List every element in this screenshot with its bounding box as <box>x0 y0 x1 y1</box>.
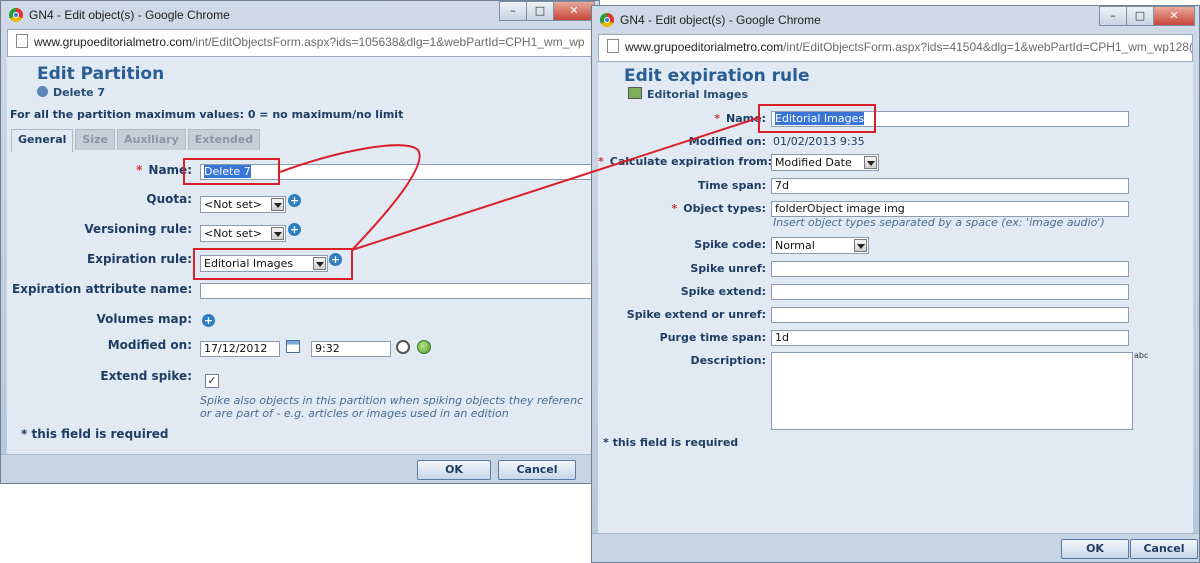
url-path: /int/EditObjectsForm.aspx?ids=41504&dlg=… <box>783 40 1193 54</box>
right-titlebar: GN4 - Edit object(s) - Google Chrome – □… <box>592 6 1199 34</box>
image-icon <box>628 87 642 99</box>
spike-note-line1: Spike also objects in this partition whe… <box>200 394 584 407</box>
subtitle-text: Editorial Images <box>647 88 749 101</box>
tab-auxiliary[interactable]: Auxiliary <box>116 129 186 150</box>
object-types-field[interactable]: folderObject image img <box>771 201 1129 217</box>
calendar-icon[interactable] <box>286 340 300 353</box>
spike-unref-label: Spike unref: <box>690 262 766 275</box>
purge-timespan-field[interactable]: 1d <box>771 330 1129 346</box>
left-titlebar: GN4 - Edit object(s) - Google Chrome – □… <box>1 1 599 29</box>
ok-button[interactable]: OK <box>1061 539 1129 559</box>
modified-date-field[interactable]: 17/12/2012 <box>200 341 280 357</box>
tab-extended[interactable]: Extended <box>187 129 261 150</box>
spike-extend-field[interactable] <box>771 284 1129 300</box>
required-note: * this field is required <box>21 427 169 441</box>
tab-general[interactable]: General <box>11 129 74 152</box>
page-icon <box>16 34 28 48</box>
expiration-highlight-box <box>193 248 353 280</box>
tab-bar: General Size Auxiliary Extended <box>11 129 262 152</box>
spellcheck-icon[interactable]: abc <box>1134 351 1148 360</box>
left-window-title: GN4 - Edit object(s) - Google Chrome <box>29 8 230 22</box>
chrome-logo-icon <box>9 8 23 22</box>
expiration-attr-field[interactable] <box>200 283 595 299</box>
spike-code-label: Spike code: <box>694 238 766 251</box>
spike-extend-unref-label: Spike extend or unref: <box>626 308 766 321</box>
name-label: * Name: <box>136 163 192 177</box>
cancel-button[interactable]: Cancel <box>498 460 576 480</box>
object-subtitle: Editorial Images <box>628 87 748 101</box>
right-window-controls: – □ ✕ <box>1099 6 1195 26</box>
timespan-label: Time span: <box>697 179 766 192</box>
page-title: Edit expiration rule <box>624 66 810 86</box>
left-window-controls: – □ ✕ <box>499 1 595 21</box>
extend-spike-label: Extend spike: <box>100 369 192 383</box>
name-highlight-box <box>183 158 280 185</box>
spike-unref-field[interactable] <box>771 261 1129 277</box>
info-text: For all the partition maximum values: 0 … <box>10 108 404 121</box>
name-label: * Name: <box>714 112 766 125</box>
chevron-down-icon <box>271 198 284 211</box>
calc-expiration-label: * Calculate expiration from: <box>598 155 773 168</box>
required-note: * this field is required <box>603 436 739 449</box>
object-types-label: * Object types: <box>671 202 766 215</box>
spike-extend-unref-field[interactable] <box>771 307 1129 323</box>
left-address-bar[interactable]: www.grupoeditorialmetro.com/int/EditObje… <box>7 29 593 57</box>
chevron-down-icon <box>854 239 867 252</box>
now-icon[interactable] <box>417 340 431 354</box>
extend-spike-checkbox[interactable]: ✓ <box>205 374 219 388</box>
minimize-button[interactable]: – <box>1099 6 1127 26</box>
description-label: Description: <box>690 354 766 367</box>
modified-time-field[interactable]: 9:32 <box>311 341 391 357</box>
timespan-field[interactable]: 7d <box>771 178 1129 194</box>
subtitle-text: Delete 7 <box>53 86 106 99</box>
versioning-select[interactable]: <Not set> <box>200 225 286 242</box>
add-volume-icon[interactable]: + <box>202 314 215 327</box>
add-quota-icon[interactable]: + <box>288 194 301 207</box>
quota-select[interactable]: <Not set> <box>200 196 286 213</box>
calc-expiration-select[interactable]: Modified Date <box>771 154 879 171</box>
right-dialog-content: Edit expiration rule Editorial Images * N… <box>598 62 1193 556</box>
purge-timespan-label: Purge time span: <box>659 331 766 344</box>
minimize-button[interactable]: – <box>499 1 527 21</box>
spike-note-line2: or are part of - e.g. articles or images… <box>200 407 509 420</box>
url-host: www.grupoeditorialmetro.com <box>625 40 784 54</box>
page-title: Edit Partition <box>37 64 165 84</box>
expiration-label: Expiration rule: <box>87 252 192 266</box>
chrome-logo-icon <box>600 13 614 27</box>
object-subtitle: Delete 7 <box>37 86 105 99</box>
spike-extend-label: Spike extend: <box>680 285 766 298</box>
expiration-attr-label: Expiration attribute name: <box>12 282 193 296</box>
spike-code-select[interactable]: Normal <box>771 237 869 254</box>
partition-icon <box>37 86 48 97</box>
quota-label: Quota: <box>146 192 192 206</box>
url-host: www.grupoeditorialmetro.com <box>34 35 193 49</box>
page-icon <box>607 39 619 53</box>
right-window-title: GN4 - Edit object(s) - Google Chrome <box>620 13 821 27</box>
modified-label: Modified on: <box>688 135 766 148</box>
versioning-label: Versioning rule: <box>84 222 192 236</box>
chevron-down-icon <box>864 156 877 169</box>
modified-label: Modified on: <box>107 338 192 352</box>
right-address-bar[interactable]: www.grupoeditorialmetro.com/int/EditObje… <box>598 34 1193 62</box>
tab-size[interactable]: Size <box>75 129 115 150</box>
right-button-bar: OK Cancel <box>592 533 1199 562</box>
modified-value: 01/02/2013 9:35 <box>773 135 865 148</box>
close-button[interactable]: ✕ <box>1153 6 1195 26</box>
cancel-button[interactable]: Cancel <box>1130 539 1198 559</box>
url-path: /int/EditObjectsForm.aspx?ids=105638&dlg… <box>192 35 585 49</box>
left-button-bar: OK Cancel <box>1 454 599 483</box>
object-types-note: Insert object types separated by a space… <box>773 216 1105 229</box>
add-versioning-icon[interactable]: + <box>288 223 301 236</box>
maximize-button[interactable]: □ <box>526 1 554 21</box>
left-browser-window: GN4 - Edit object(s) - Google Chrome – □… <box>0 0 600 484</box>
ok-button[interactable]: OK <box>417 460 491 480</box>
clock-icon[interactable] <box>396 340 410 354</box>
right-name-highlight-box <box>758 104 876 133</box>
description-textarea[interactable] <box>771 352 1133 430</box>
right-browser-window: GN4 - Edit object(s) - Google Chrome – □… <box>591 5 1200 563</box>
chevron-down-icon <box>271 227 284 240</box>
close-button[interactable]: ✕ <box>553 1 595 21</box>
maximize-button[interactable]: □ <box>1126 6 1154 26</box>
volumes-map-label: Volumes map: <box>96 312 192 326</box>
